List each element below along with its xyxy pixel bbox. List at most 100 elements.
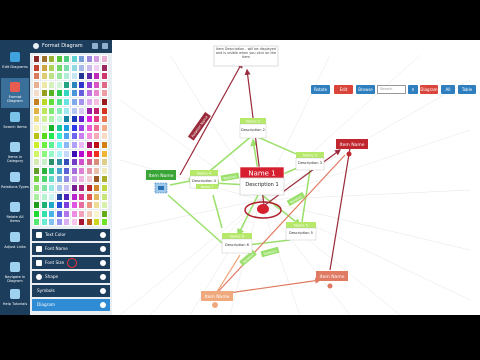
color-swatch[interactable] [33, 184, 40, 192]
node-name-3[interactable]: Name 3 Description 3 [295, 152, 325, 171]
color-swatch[interactable] [70, 63, 78, 72]
edit-button[interactable]: Edit [334, 85, 353, 94]
color-swatch[interactable] [93, 166, 100, 175]
color-swatch[interactable] [55, 98, 63, 106]
color-swatch[interactable] [100, 184, 108, 192]
color-swatch[interactable] [100, 55, 108, 63]
color-swatch[interactable] [85, 115, 93, 124]
option-shape[interactable]: Shape [32, 271, 110, 283]
color-swatch[interactable] [63, 149, 70, 158]
color-swatch[interactable] [85, 175, 93, 184]
color-swatch[interactable] [70, 218, 78, 227]
color-swatch[interactable] [63, 123, 70, 132]
color-swatch[interactable] [78, 89, 85, 98]
color-swatch[interactable] [93, 209, 100, 218]
color-swatch[interactable] [40, 63, 48, 72]
color-swatch[interactable] [70, 201, 78, 210]
color-swatch[interactable] [70, 166, 78, 175]
color-swatch[interactable] [70, 158, 78, 167]
color-swatch[interactable] [63, 63, 70, 72]
color-swatch[interactable] [63, 158, 70, 167]
color-swatch[interactable] [55, 166, 63, 175]
color-swatch[interactable] [93, 201, 100, 210]
color-swatch[interactable] [78, 166, 85, 175]
color-swatch[interactable] [85, 184, 93, 192]
color-swatch[interactable] [55, 209, 63, 218]
sidebar-item-relate-all-items[interactable]: Relate All Items [1, 198, 29, 228]
color-swatch[interactable] [55, 115, 63, 124]
color-swatch[interactable] [70, 175, 78, 184]
color-swatch[interactable] [40, 89, 48, 98]
color-swatch[interactable] [85, 123, 93, 132]
color-swatch[interactable] [85, 218, 93, 227]
color-swatch[interactable] [70, 106, 78, 115]
color-swatch[interactable] [78, 175, 85, 184]
color-swatch[interactable] [85, 149, 93, 158]
color-swatch[interactable] [55, 80, 63, 89]
color-swatch[interactable] [63, 115, 70, 124]
color-swatch[interactable] [48, 192, 55, 201]
color-swatch[interactable] [55, 89, 63, 98]
color-swatch[interactable] [48, 89, 55, 98]
option-font-name[interactable]: Font Name [32, 243, 110, 255]
color-swatch[interactable] [63, 55, 70, 63]
color-swatch[interactable] [48, 55, 55, 63]
color-swatch[interactable] [40, 132, 48, 141]
sidebar-item-search-items[interactable]: Search Items [1, 108, 29, 138]
color-swatch[interactable] [48, 218, 55, 227]
color-swatch[interactable] [48, 80, 55, 89]
color-swatch[interactable] [33, 55, 40, 63]
sidebar-item-adjust-links[interactable]: Adjust Links [1, 228, 29, 258]
color-swatch[interactable] [93, 175, 100, 184]
color-swatch[interactable] [33, 218, 40, 227]
color-swatch[interactable] [40, 192, 48, 201]
color-swatch[interactable] [78, 123, 85, 132]
color-swatch[interactable] [55, 149, 63, 158]
color-swatch[interactable] [55, 141, 63, 149]
color-swatch[interactable] [70, 115, 78, 124]
color-swatch[interactable] [78, 80, 85, 89]
color-swatch[interactable] [100, 192, 108, 201]
color-swatch[interactable] [100, 209, 108, 218]
color-swatch[interactable] [70, 132, 78, 141]
color-swatch[interactable] [33, 192, 40, 201]
color-swatch[interactable] [78, 192, 85, 201]
color-swatch[interactable] [48, 149, 55, 158]
color-swatch[interactable] [85, 209, 93, 218]
color-swatch[interactable] [100, 106, 108, 115]
color-swatch[interactable] [100, 141, 108, 149]
color-swatch[interactable] [55, 192, 63, 201]
color-swatch[interactable] [63, 201, 70, 210]
color-swatch[interactable] [78, 55, 85, 63]
color-swatch[interactable] [40, 98, 48, 106]
color-swatch[interactable] [33, 209, 40, 218]
color-swatch[interactable] [85, 106, 93, 115]
color-swatch[interactable] [93, 55, 100, 63]
color-swatch[interactable] [40, 218, 48, 227]
sidebar-item-edit-diagrams[interactable]: Edit Diagrams [1, 48, 29, 78]
all-button[interactable]: All [441, 85, 455, 94]
color-swatch[interactable] [100, 201, 108, 210]
color-swatch[interactable] [93, 63, 100, 72]
color-swatch[interactable] [48, 158, 55, 167]
color-swatch[interactable] [78, 115, 85, 124]
color-swatch[interactable] [93, 98, 100, 106]
color-swatch[interactable] [48, 184, 55, 192]
color-swatch[interactable] [63, 218, 70, 227]
color-swatch[interactable] [55, 106, 63, 115]
color-swatch[interactable] [33, 158, 40, 167]
color-swatch[interactable] [55, 184, 63, 192]
color-swatch[interactable] [55, 55, 63, 63]
color-swatch[interactable] [93, 115, 100, 124]
color-swatch[interactable] [63, 132, 70, 141]
color-swatch[interactable] [93, 132, 100, 141]
color-swatch[interactable] [93, 218, 100, 227]
color-swatch[interactable] [33, 141, 40, 149]
color-swatch[interactable] [85, 201, 93, 210]
color-swatch[interactable] [85, 55, 93, 63]
color-swatch[interactable] [85, 141, 93, 149]
color-swatch[interactable] [78, 141, 85, 149]
color-swatch[interactable] [93, 141, 100, 149]
color-swatch[interactable] [55, 175, 63, 184]
color-swatch[interactable] [63, 141, 70, 149]
